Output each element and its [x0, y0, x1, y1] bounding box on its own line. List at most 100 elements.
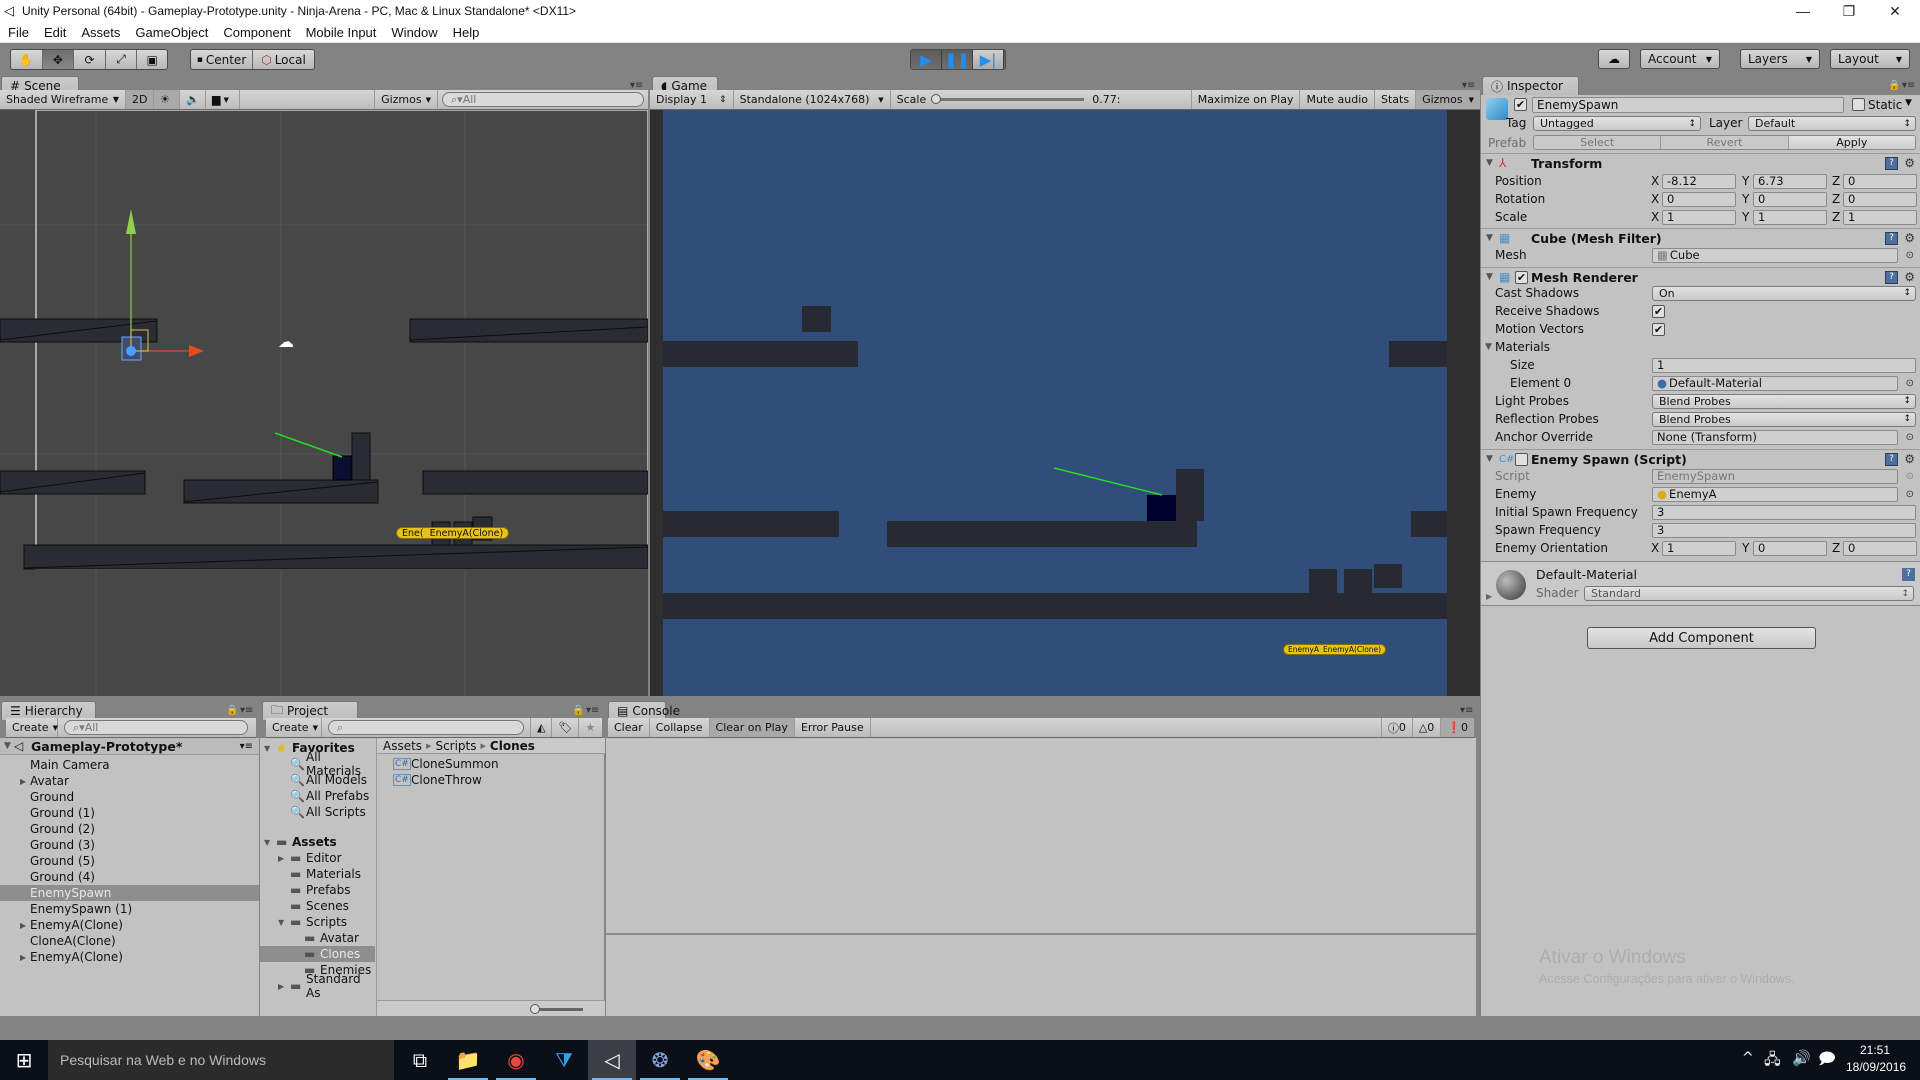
file-explorer-button[interactable]: 📁	[444, 1040, 492, 1080]
menu-file[interactable]: File	[8, 25, 29, 40]
app-button[interactable]: ❂	[636, 1040, 684, 1080]
collab-button[interactable]: ☁	[1598, 49, 1630, 69]
file-item[interactable]: C# CloneThrow	[377, 772, 604, 788]
menu-help[interactable]: Help	[453, 25, 480, 40]
element0-field[interactable]: ● Default-Material	[1652, 375, 1898, 391]
shader-dropdown[interactable]: Standard	[1584, 586, 1914, 601]
volume-icon[interactable]: 🔊	[1792, 1049, 1811, 1067]
taskbar-search-input[interactable]: Pesquisar na Web e no Windows	[48, 1040, 394, 1080]
maximize-button[interactable]: ❐	[1826, 0, 1872, 22]
tray-chevron-up-icon[interactable]: ^	[1742, 1050, 1754, 1066]
active-checkbox[interactable]: ✔	[1514, 98, 1527, 111]
transform-header[interactable]: ▼ ⅄ Transform ? ⚙	[1481, 153, 1920, 172]
panel-menu-icon[interactable]: ▾≡	[586, 705, 599, 716]
console-clear-on-play-toggle[interactable]: Clear on Play	[709, 718, 795, 737]
scale-y[interactable]: 1	[1753, 209, 1827, 225]
enemy-spawn-header[interactable]: ▼ C# Enemy Spawn (Script) ? ⚙	[1481, 449, 1920, 468]
cast-shadows-dropdown[interactable]: On	[1652, 285, 1916, 301]
folder-item[interactable]: ▶ ▬ Editor	[260, 850, 375, 866]
console-clear-button[interactable]: Clear	[608, 718, 650, 737]
breadcrumb-item[interactable]: Scripts	[435, 739, 476, 753]
mesh-field[interactable]: ▦ Cube	[1652, 247, 1898, 263]
game-view[interactable]: EnemyA EnemyA(Clone)	[650, 110, 1480, 696]
prefab-apply-button[interactable]: Apply	[1788, 136, 1915, 149]
stats-toggle[interactable]: Stats	[1375, 90, 1417, 109]
2d-toggle[interactable]: 2D	[126, 90, 154, 109]
gear-icon[interactable]: ⚙	[1904, 270, 1915, 284]
breadcrumb-item[interactable]: Clones	[490, 739, 535, 753]
help-icon[interactable]: ?	[1885, 156, 1898, 170]
hierarchy-search-input[interactable]: ⌕▾ All	[64, 720, 248, 735]
help-icon[interactable]: ?	[1885, 270, 1898, 284]
pivot-local-button[interactable]: ⬡ Local	[253, 50, 314, 69]
prefab-select-button[interactable]: Select	[1534, 136, 1662, 149]
foldout-arrow-icon[interactable]: ▶	[278, 854, 284, 863]
foldout-arrow-icon[interactable]: ▼	[264, 838, 270, 847]
favorite-item[interactable]: 🔍 All Prefabs	[260, 788, 375, 804]
scene-menu-icon[interactable]: ▾≡	[240, 741, 253, 752]
effects-dropdown[interactable]: ▆ ▼	[206, 90, 240, 109]
enemy-field[interactable]: ● EnemyA	[1652, 486, 1898, 502]
hierarchy-item[interactable]: EnemySpawn (1)	[0, 901, 259, 917]
rotate-tool-button[interactable]: ⟳	[74, 50, 106, 69]
hierarchy-item[interactable]: ▶ Avatar	[0, 773, 259, 789]
project-create-dropdown[interactable]: Create ▼	[266, 718, 322, 737]
scale-track[interactable]	[931, 94, 1085, 104]
favorites-button[interactable]: ★	[579, 718, 601, 737]
object-name-input[interactable]: EnemySpawn	[1532, 97, 1844, 113]
favorite-item[interactable]: 🔍 All Models	[260, 772, 375, 788]
initial-spawn-frequency-field[interactable]: 3	[1652, 504, 1916, 520]
motion-vectors-checkbox[interactable]: ✔	[1652, 322, 1665, 336]
maximize-on-play-toggle[interactable]: Maximize on Play	[1190, 90, 1301, 109]
icon-size-thumb[interactable]	[530, 1004, 540, 1014]
enemy-spawn-enabled-checkbox[interactable]	[1515, 452, 1528, 466]
panel-menu-icon[interactable]: ▾≡	[1902, 80, 1915, 91]
console-collapse-toggle[interactable]: Collapse	[650, 718, 710, 737]
file-item[interactable]: C# CloneSummon	[377, 756, 604, 772]
scene-view[interactable]: ☁ Ene(EnemyA(Clone)	[0, 110, 648, 696]
filter-by-type-button[interactable]: ◭	[530, 718, 553, 737]
foldout-arrow-icon[interactable]: ▼	[264, 744, 270, 753]
folder-item[interactable]: ▬ Scenes	[260, 898, 375, 914]
display-dropdown[interactable]: Display 1 ⇕	[650, 90, 734, 109]
position-x[interactable]: -8.12	[1662, 173, 1736, 189]
project-search-input[interactable]: ⌕	[328, 720, 524, 735]
mesh-filter-header[interactable]: ▼ ▦ Cube (Mesh Filter) ? ⚙	[1481, 228, 1920, 247]
scene-root[interactable]: ▼ ◁ Gameplay-Prototype* ▾≡	[0, 738, 259, 755]
static-dropdown-icon[interactable]: ▼	[1905, 98, 1912, 108]
gear-icon[interactable]: ⚙	[1904, 156, 1915, 170]
rect-tool-button[interactable]: ▣	[137, 50, 167, 69]
game-canvas[interactable]	[650, 110, 1480, 696]
object-picker-icon[interactable]: ⊙	[1906, 250, 1914, 261]
static-checkbox[interactable]	[1852, 98, 1865, 111]
scene-canvas[interactable]: ☁	[0, 110, 648, 696]
reflection-probes-dropdown[interactable]: Blend Probes	[1652, 411, 1916, 427]
hierarchy-item[interactable]: EnemySpawn	[0, 885, 259, 901]
foldout-arrow-icon[interactable]: ▶	[20, 921, 26, 930]
orientation-z[interactable]: 0	[1843, 540, 1917, 556]
info-filter-toggle[interactable]: ⓘ 0	[1380, 718, 1413, 737]
foldout-arrow-icon[interactable]: ▼	[1486, 454, 1493, 464]
folder-item[interactable]: ▬ Prefabs	[260, 882, 375, 898]
menu-gameobject[interactable]: GameObject	[135, 25, 208, 40]
pivot-center-button[interactable]: ▪ Center	[191, 50, 253, 69]
minimize-button[interactable]: —	[1780, 0, 1826, 22]
foldout-arrow-icon[interactable]: ▼	[1486, 233, 1493, 243]
menu-component[interactable]: Component	[223, 25, 290, 40]
layer-dropdown[interactable]: Default	[1748, 116, 1916, 131]
foldout-arrow-icon[interactable]: ▶	[1486, 592, 1492, 601]
hierarchy-item[interactable]: Main Camera	[0, 757, 259, 773]
layers-dropdown[interactable]: Layers ▼	[1740, 49, 1820, 69]
menu-assets[interactable]: Assets	[81, 25, 120, 40]
hierarchy-create-dropdown[interactable]: Create ▼	[6, 718, 58, 737]
scale-z[interactable]: 1	[1843, 209, 1917, 225]
clock-time[interactable]: 21:51	[1860, 1043, 1890, 1057]
move-tool-button[interactable]: ✥	[42, 50, 75, 69]
rotation-x[interactable]: 0	[1662, 191, 1736, 207]
visual-studio-button[interactable]: ⧩	[540, 1040, 588, 1080]
rotation-z[interactable]: 0	[1843, 191, 1917, 207]
folder-item[interactable]: ▬ Materials	[260, 866, 375, 882]
assets-root[interactable]: ▼ ▬ Assets	[260, 834, 375, 850]
menu-edit[interactable]: Edit	[44, 25, 66, 40]
orientation-y[interactable]: 0	[1753, 540, 1827, 556]
